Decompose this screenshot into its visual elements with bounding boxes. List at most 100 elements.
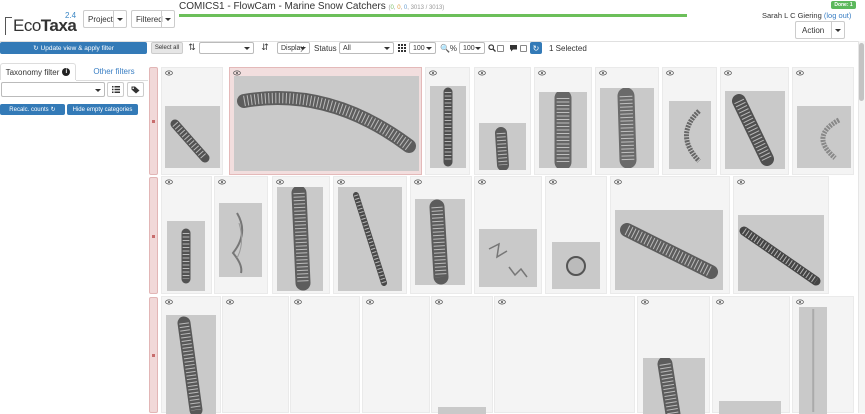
action-menu-button[interactable]: Action [795, 21, 845, 39]
eye-icon[interactable] [478, 178, 486, 186]
vignette[interactable] [792, 67, 854, 175]
progress-fill [179, 14, 687, 17]
filtered-menu-button[interactable]: Filtered [131, 10, 175, 28]
vignette[interactable] [161, 176, 212, 294]
vignette[interactable] [229, 67, 422, 175]
eye-icon[interactable] [337, 178, 345, 186]
tag-button[interactable] [127, 82, 144, 97]
row-select-handle[interactable] [149, 67, 158, 175]
vignette[interactable] [662, 67, 717, 175]
selected-count: 1 Selected [549, 43, 587, 53]
per-page-select[interactable]: 100 [409, 42, 436, 54]
done-badge: Done: 1 [831, 1, 856, 9]
eye-icon[interactable] [366, 298, 374, 306]
magnify-checkbox[interactable] [497, 45, 504, 52]
vignette[interactable] [161, 67, 223, 175]
plankton-image [738, 215, 824, 291]
count-total: 3013 [428, 5, 443, 11]
zoom-select[interactable]: 100 [459, 42, 485, 54]
vignette[interactable] [161, 296, 221, 414]
vignette[interactable] [733, 176, 829, 294]
eye-icon[interactable] [737, 178, 745, 186]
eye-icon[interactable] [435, 298, 443, 306]
eye-icon[interactable] [641, 298, 649, 306]
vignette[interactable] [222, 296, 289, 413]
eye-icon[interactable] [226, 298, 234, 306]
eye-icon[interactable] [599, 69, 607, 77]
eye-icon[interactable] [498, 298, 506, 306]
comment-checkbox[interactable] [520, 45, 527, 52]
refresh-button[interactable]: ↻ [530, 42, 542, 54]
sort-direction-icon[interactable]: ⇵ [260, 41, 270, 54]
plankton-image [479, 123, 526, 170]
count-validated: 0 [390, 5, 394, 11]
eye-icon[interactable] [165, 69, 173, 77]
row-select-handle[interactable] [149, 297, 158, 413]
vignette[interactable] [474, 176, 542, 294]
taxonomy-select[interactable] [1, 82, 105, 97]
vignette[interactable] [637, 296, 710, 414]
hide-empty-categories-button[interactable]: Hide empty categories [67, 104, 138, 115]
category-counts: (0, 0, 0, 3013 / 3013) [388, 5, 445, 11]
vignette[interactable] [595, 67, 659, 175]
update-view-label: Update view & apply filter [40, 44, 114, 52]
grid-icon [397, 42, 406, 54]
eye-icon[interactable] [538, 69, 546, 77]
eye-icon[interactable] [614, 178, 622, 186]
eye-icon[interactable] [414, 178, 422, 186]
vignette[interactable] [290, 296, 360, 413]
logo-eco: Eco [13, 16, 41, 35]
ecotaxa-logo[interactable]: EcoTaxa 2.4 [5, 10, 77, 38]
chevron-down-icon [95, 89, 101, 92]
vignette[interactable] [610, 176, 730, 294]
eye-icon[interactable] [429, 69, 437, 77]
display-select[interactable]: Display [277, 42, 310, 54]
sort-field-select[interactable] [199, 42, 254, 54]
eye-icon[interactable] [165, 298, 173, 306]
eye-icon[interactable] [796, 69, 804, 77]
select-all-button[interactable]: Select all [151, 42, 183, 54]
vignette[interactable] [494, 296, 635, 413]
row-handle-dot [152, 354, 155, 357]
vignette[interactable] [333, 176, 407, 294]
plankton-image [338, 187, 402, 291]
list-button[interactable] [107, 82, 124, 97]
vignette[interactable] [720, 67, 789, 175]
recalc-counts-button[interactable]: Recalc. counts ↻ [0, 104, 65, 115]
vignette[interactable] [534, 67, 592, 175]
vignette[interactable] [214, 176, 268, 294]
eye-icon[interactable] [796, 298, 804, 306]
tab-taxonomy-filter[interactable]: Taxonomy filter i [0, 63, 76, 80]
eye-icon[interactable] [294, 298, 302, 306]
eye-icon[interactable] [716, 298, 724, 306]
vignette[interactable] [545, 176, 607, 294]
eye-icon[interactable] [549, 178, 557, 186]
eye-icon[interactable] [724, 69, 732, 77]
vignette[interactable] [431, 296, 493, 414]
percent-zoom-icon: 🔍% [439, 43, 458, 53]
row-select-handle[interactable] [149, 177, 158, 294]
vignette[interactable] [272, 176, 330, 294]
plankton-image [479, 229, 537, 287]
vignette[interactable] [792, 296, 854, 414]
eye-icon[interactable] [478, 69, 486, 77]
tag-icon [131, 86, 140, 93]
status-select[interactable]: All [339, 42, 394, 54]
eye-icon[interactable] [218, 178, 226, 186]
vignette[interactable] [425, 67, 470, 175]
eye-icon[interactable] [666, 69, 674, 77]
project-label: Project [88, 14, 113, 24]
vignette[interactable] [362, 296, 430, 413]
project-menu-button[interactable]: Project [83, 10, 127, 28]
scrollbar-thumb[interactable] [859, 43, 864, 101]
vignette[interactable] [712, 296, 790, 414]
plankton-image [725, 91, 785, 169]
vignette[interactable] [410, 176, 472, 294]
update-view-button[interactable]: ↻ Update view & apply filter [0, 42, 147, 54]
eye-icon[interactable] [165, 178, 173, 186]
logout-link[interactable]: (log out) [824, 11, 852, 20]
vignette[interactable] [474, 67, 531, 175]
tab-other-filters[interactable]: Other filters [84, 63, 144, 80]
info-icon[interactable]: i [62, 68, 71, 76]
eye-icon[interactable] [276, 178, 284, 186]
